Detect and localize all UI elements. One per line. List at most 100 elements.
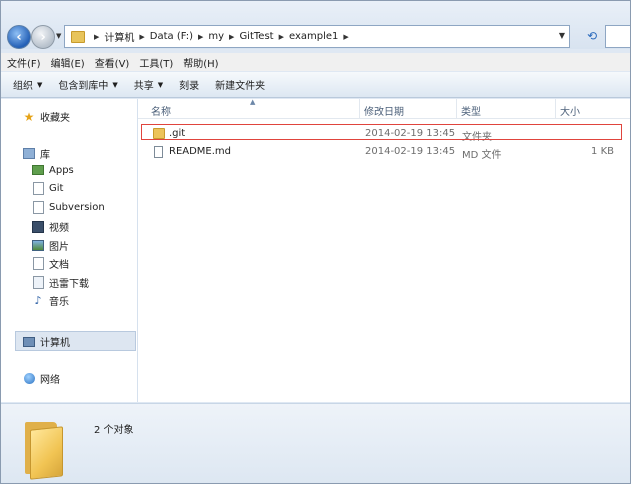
back-button[interactable]: ‹ (7, 25, 31, 49)
nav-library-videos-label: 视频 (49, 223, 69, 234)
menu-view[interactable]: 查看(V) (95, 55, 130, 70)
chevron-down-icon: ▼ (157, 80, 164, 89)
column-header-size[interactable]: 大小 (560, 103, 580, 118)
burn-label: 刻录 (179, 81, 200, 92)
nav-favorites[interactable]: ★ 收藏夹 (23, 109, 70, 125)
share-label: 共享 (133, 81, 154, 92)
file-size: 1 KB (591, 146, 614, 157)
nav-library-apps[interactable]: Apps (32, 164, 74, 176)
nav-network[interactable]: 网络 (23, 371, 60, 386)
include-in-library-label: 包含到库中 (58, 81, 109, 92)
breadcrumb-my[interactable]: my (208, 31, 224, 42)
nav-computer[interactable]: 计算机 (23, 334, 70, 349)
file-name: README.md (169, 146, 232, 157)
breadcrumb-separator-icon[interactable]: ▶ (229, 33, 234, 41)
music-note-icon: ♪ (34, 294, 42, 307)
organize-button[interactable]: 组织 ▼ (13, 77, 43, 93)
new-folder-button[interactable]: 新建文件夹 (215, 77, 265, 92)
chevron-down-icon: ▼ (37, 80, 43, 89)
nav-library-documents[interactable]: 文档 (32, 256, 69, 271)
address-bar[interactable]: ▶ 计算机 ▶ Data (F:) ▶ my ▶ GitTest ▶ examp… (64, 25, 570, 48)
breadcrumb-separator-icon[interactable]: ▶ (139, 33, 144, 41)
breadcrumb-computer[interactable]: 计算机 (104, 29, 134, 44)
breadcrumb-example1[interactable]: example1 (289, 31, 338, 42)
nav-library-git-label: Git (49, 182, 64, 194)
include-in-library-button[interactable]: 包含到库中 ▼ (58, 77, 118, 93)
nav-library-videos[interactable]: 视频 (32, 219, 69, 234)
menu-tools[interactable]: 工具(T) (139, 55, 173, 70)
nav-library-git[interactable]: Git (32, 181, 64, 195)
navigation-pane: ★ 收藏夹 库 Apps Git Subversion 视频 图片 文档 迅雷下… (1, 99, 138, 402)
file-modified: 2014-02-19 13:45 (365, 146, 456, 157)
share-button[interactable]: 共享 ▼ (133, 77, 164, 93)
table-row[interactable]: README.md 2014-02-19 13:45 MD 文件 1 KB (138, 143, 630, 161)
computer-icon (23, 336, 35, 348)
nav-computer-label: 计算机 (40, 338, 70, 349)
refresh-icon[interactable]: ⟲ (583, 27, 601, 45)
column-divider[interactable] (359, 99, 360, 118)
nav-library-apps-label: Apps (49, 164, 74, 176)
search-input[interactable] (605, 25, 630, 48)
column-header-type[interactable]: 类型 (461, 103, 481, 118)
nav-favorites-label: 收藏夹 (40, 113, 70, 124)
nav-libraries-label: 库 (40, 150, 50, 161)
large-folder-icon (25, 418, 63, 480)
nav-library-pictures-label: 图片 (49, 242, 69, 253)
highlight-box (141, 124, 622, 140)
star-icon: ★ (23, 109, 35, 124)
document-icon (32, 257, 44, 270)
address-dropdown-icon[interactable]: ▼ (559, 31, 565, 40)
sort-ascending-icon: ▲ (250, 98, 256, 106)
menu-help[interactable]: 帮助(H) (183, 55, 218, 70)
column-headers: ▲ 名称 修改日期 类型 大小 (138, 98, 630, 119)
address-toolbar: ‹ › ▼ ▶ 计算机 ▶ Data (F:) ▶ my ▶ GitTest ▶… (1, 1, 630, 49)
breadcrumb-gittest[interactable]: GitTest (239, 31, 273, 42)
nav-library-music[interactable]: ♪ 音乐 (32, 293, 69, 308)
nav-library-music-label: 音乐 (49, 297, 69, 308)
column-divider[interactable] (555, 99, 556, 118)
item-count: 2 个对象 (94, 425, 134, 436)
forward-button[interactable]: › (31, 25, 55, 49)
column-divider[interactable] (456, 99, 457, 118)
recent-pages-dropdown-icon[interactable]: ▼ (56, 32, 61, 40)
menu-bar: 文件(F) 编辑(E) 查看(V) 工具(T) 帮助(H) (1, 53, 630, 71)
breadcrumb-separator-icon[interactable]: ▶ (198, 33, 203, 41)
nav-libraries[interactable]: 库 (23, 146, 50, 161)
nav-library-pictures[interactable]: 图片 (32, 238, 69, 253)
back-arrow-icon: ‹ (16, 29, 22, 45)
breadcrumb-separator-icon[interactable]: ▶ (94, 33, 99, 41)
file-type: MD 文件 (462, 150, 502, 161)
explorer-window: ‹ › ▼ ▶ 计算机 ▶ Data (F:) ▶ my ▶ GitTest ▶… (0, 0, 631, 484)
nav-library-subversion-label: Subversion (49, 201, 105, 213)
burn-button[interactable]: 刻录 (179, 77, 199, 92)
breadcrumb-separator-icon[interactable]: ▶ (279, 33, 284, 41)
breadcrumb-separator-icon[interactable]: ▶ (343, 33, 348, 41)
download-folder-icon (32, 276, 44, 289)
video-icon (32, 220, 44, 233)
column-header-name[interactable]: 名称 (151, 103, 171, 118)
nav-library-thunder-downloads[interactable]: 迅雷下载 (32, 275, 89, 290)
breadcrumb-drive[interactable]: Data (F:) (150, 31, 193, 42)
forward-arrow-icon: › (40, 29, 46, 45)
menu-file[interactable]: 文件(F) (7, 55, 41, 70)
document-library-icon (32, 181, 44, 195)
chevron-down-icon: ▼ (112, 80, 118, 89)
column-header-modified[interactable]: 修改日期 (364, 103, 404, 118)
document-library-icon (32, 200, 44, 214)
nav-network-label: 网络 (40, 375, 60, 386)
organize-label: 组织 (13, 81, 33, 92)
file-list: ▲ 名称 修改日期 类型 大小 .git 2014-02-19 13:45 文件… (138, 98, 630, 402)
file-icon (154, 146, 163, 158)
nav-library-subversion[interactable]: Subversion (32, 200, 105, 214)
menu-edit[interactable]: 编辑(E) (51, 55, 85, 70)
picture-icon (32, 240, 44, 252)
command-bar: 组织 ▼ 包含到库中 ▼ 共享 ▼ 刻录 新建文件夹 (1, 72, 630, 98)
new-folder-label: 新建文件夹 (215, 81, 266, 92)
apps-library-icon (32, 164, 44, 176)
details-pane: 2 个对象 (1, 403, 630, 483)
nav-library-documents-label: 文档 (49, 260, 69, 271)
network-icon (23, 373, 35, 385)
library-icon (23, 148, 35, 160)
nav-library-thunder-downloads-label: 迅雷下载 (49, 279, 89, 290)
folder-icon (71, 30, 85, 43)
